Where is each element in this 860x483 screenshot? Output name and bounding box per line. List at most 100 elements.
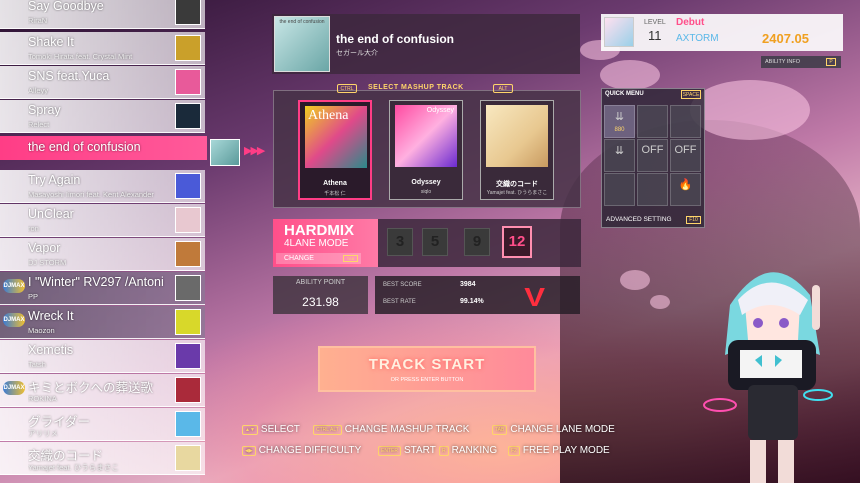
quick-menu-cell-icon: OFF <box>674 144 697 156</box>
quick-menu-cell[interactable] <box>670 105 701 138</box>
mashup-track-artist: Yamajet feat. ひうらまさこ <box>486 190 548 196</box>
mashup-track-card[interactable]: Athena Athena 千本松 仁 <box>298 100 372 200</box>
djmax-badge-icon: DJMAX <box>3 313 25 327</box>
track-title: the end of confusion <box>336 32 454 46</box>
selected-song-title: the end of confusion <box>28 140 141 154</box>
mashup-key-left: CTRL <box>337 84 357 93</box>
lane-option-12[interactable]: 12 <box>502 226 532 258</box>
song-title: Shake It <box>28 35 74 49</box>
quick-menu-cell[interactable]: ⇊ <box>604 139 635 172</box>
song-list-item[interactable]: Shake It Tomoki Hirata feat. Crystal Mint <box>0 32 205 65</box>
quick-menu-cell[interactable]: OFF <box>670 139 701 172</box>
song-thumbnail <box>175 241 201 267</box>
mashup-track-name: Athena <box>323 180 347 187</box>
song-list-item[interactable]: Say Goodbye RiraN <box>0 0 205 29</box>
advanced-setting-key: F10 <box>686 216 701 224</box>
song-artist: PP <box>28 292 39 301</box>
control-label: SELECT <box>260 424 300 435</box>
song-list-item[interactable]: Try Again Masayoshi Iimori feat. Kent Ale… <box>0 170 205 203</box>
song-thumbnail <box>175 343 201 369</box>
quick-menu-cell[interactable]: ⇊ 880 <box>604 105 635 138</box>
song-artist: DJ STORM <box>28 258 67 267</box>
track-cover-art: the end of confusion <box>274 16 330 72</box>
quick-menu-cell-icon: 🔥 <box>678 179 693 191</box>
song-title: Try Again <box>28 173 81 187</box>
quick-menu-cell[interactable] <box>637 105 668 138</box>
best-rate-label: BEST RATE <box>383 299 416 305</box>
quick-menu-cell[interactable] <box>637 173 668 206</box>
best-score-label: BEST SCORE <box>383 282 422 288</box>
song-thumbnail <box>175 207 201 233</box>
change-mode-key: TAB <box>343 255 358 262</box>
mashup-track-card[interactable]: 交織のコード Yamajet feat. ひうらまさこ <box>480 100 554 200</box>
song-title: Say Goodbye <box>28 0 104 13</box>
mashup-track-art: Athena <box>305 106 367 168</box>
song-thumbnail <box>175 309 201 335</box>
character-illustration <box>703 272 833 483</box>
control-hint-lane-mode: TAB CHANGE LANE MODE <box>492 424 615 435</box>
song-thumbnail <box>175 411 201 437</box>
song-list-item[interactable]: グライダー アリリメ <box>0 408 205 441</box>
blossom-decoration <box>620 270 650 290</box>
difficulty-title: HARDMIX <box>284 222 354 239</box>
control-key: R <box>439 446 449 456</box>
song-list[interactable]: Say Goodbye RiraN Shake It Tomoki Hirata fe… <box>0 0 205 483</box>
mashup-track-art <box>486 105 548 167</box>
control-key: CTRL ALT <box>313 425 342 435</box>
control-label: START <box>403 445 436 456</box>
song-artist: Relect <box>28 120 50 129</box>
song-list-item[interactable]: 交織のコード Yamajet feat. ひうらまさこ <box>0 442 205 475</box>
song-list-item[interactable]: DJMAX I "Winter" RV297 /Antoni PP <box>0 272 205 305</box>
song-list-item[interactable]: DJMAX Wreck It Maozon <box>0 306 205 339</box>
song-list-item-selected[interactable]: the end of confusion <box>0 136 207 160</box>
control-label: CHANGE LANE MODE <box>510 424 615 435</box>
ability-point-value: 231.98 <box>302 295 339 309</box>
mashup-key-right: ALT <box>493 84 513 93</box>
quick-menu-key: SPACE <box>681 90 701 99</box>
quick-menu-cell[interactable] <box>604 173 635 206</box>
song-list-item[interactable]: Xemetis Tatsh <box>0 340 205 373</box>
level-value: 11 <box>648 28 662 43</box>
mashup-track-name: Odyssey <box>411 179 441 186</box>
control-key: F2 <box>508 446 520 456</box>
quick-menu-title: QUICK MENU <box>605 91 644 97</box>
quick-menu-cell-value: 880 <box>614 127 625 133</box>
song-list-item[interactable]: SNS feat.Yuca Alleyy <box>0 66 205 99</box>
song-list-item[interactable]: UnClear ron <box>0 204 205 237</box>
control-label: FREE PLAY MODE <box>522 445 610 456</box>
song-artist: Maozon <box>28 326 55 335</box>
control-hint-select: ▲▼ SELECT <box>242 424 300 435</box>
track-artist: セガール大介 <box>336 50 378 57</box>
mashup-track-card[interactable]: Odyssey Odyssey siqlo <box>389 100 463 200</box>
djmax-badge-icon: DJMAX <box>3 279 25 293</box>
quick-menu-cell[interactable]: OFF <box>637 139 668 172</box>
control-key: ENTER <box>378 446 401 456</box>
song-artist: ron <box>28 224 39 233</box>
player-avatar <box>604 17 634 47</box>
track-start-hint: OR PRESS ENTER BUTTON <box>390 377 464 383</box>
song-title: Wreck It <box>28 309 74 323</box>
song-thumbnail <box>175 377 201 403</box>
song-artist: Tomoki Hirata feat. Crystal Mint <box>28 52 133 61</box>
song-thumbnail <box>175 173 201 199</box>
grade-badge: V <box>524 282 546 312</box>
song-title: Xemetis <box>28 343 74 357</box>
song-list-item[interactable]: Spray Relect <box>0 100 205 133</box>
selected-song-thumbnail <box>210 139 240 166</box>
song-artist: アリリメ <box>28 429 58 438</box>
track-start-label: TRACK START <box>368 356 486 373</box>
mashup-track-name: 交織のコード <box>496 181 538 188</box>
mashup-header: SELECT MASHUP TRACK <box>368 84 464 91</box>
song-artist: RiraN <box>28 16 48 25</box>
best-score-value: 3984 <box>460 281 476 288</box>
lane-option-5[interactable]: 5 <box>422 228 448 256</box>
control-label: CHANGE DIFFICULTY <box>258 445 362 456</box>
player-rating: 2407.05 <box>762 31 809 46</box>
blossom-decoration <box>690 80 810 140</box>
song-list-item[interactable]: DJMAX キミとボクへの葬送歌 ROKINA <box>0 374 205 407</box>
quick-menu-cell[interactable]: 🔥 <box>670 173 701 206</box>
lane-option-3[interactable]: 3 <box>387 228 413 256</box>
song-list-item[interactable]: Vapor DJ STORM <box>0 238 205 271</box>
lane-option-9[interactable]: 9 <box>464 228 490 256</box>
mashup-art-text: Athena <box>308 108 349 123</box>
